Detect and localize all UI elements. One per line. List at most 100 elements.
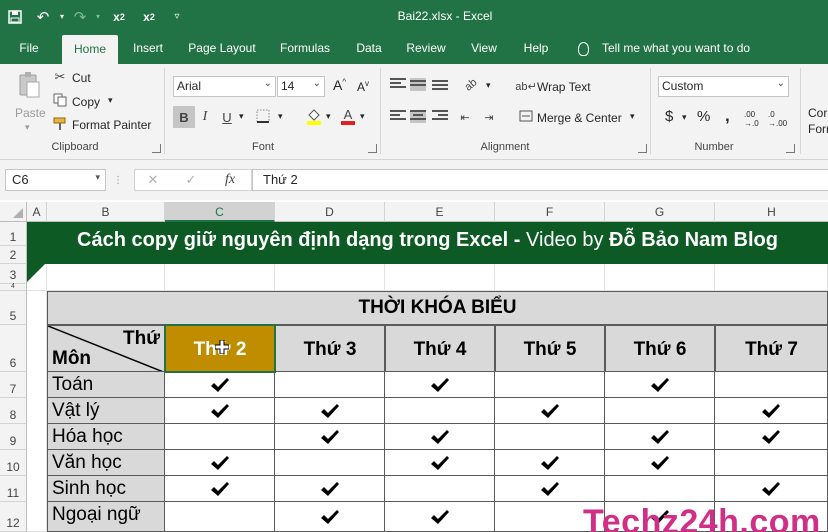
enter-icon[interactable]: ✓ <box>183 171 199 189</box>
subject-cell[interactable]: Ngoại ngữ <box>47 502 165 532</box>
format-painter-button[interactable]: Format Painter <box>72 118 151 132</box>
fill-color-icon[interactable] <box>305 106 323 126</box>
format-as-table-partial[interactable]: Forr <box>808 122 828 136</box>
grid-cell[interactable] <box>165 264 275 291</box>
row-header-7[interactable]: 7 <box>0 372 27 398</box>
schedule-cell[interactable] <box>495 424 605 450</box>
day-header[interactable]: Thứ 7 <box>715 325 828 372</box>
percent-button[interactable]: % <box>697 108 710 125</box>
select-all-button[interactable] <box>0 202 27 222</box>
tell-me-search[interactable]: Tell me what you want to do <box>602 33 762 64</box>
schedule-cell[interactable] <box>385 372 495 398</box>
subject-cell[interactable]: Toán <box>47 372 165 398</box>
grid-cell[interactable] <box>385 264 495 291</box>
font-launcher-icon[interactable] <box>368 144 377 153</box>
schedule-cell[interactable] <box>165 372 275 398</box>
schedule-cell[interactable] <box>385 398 495 424</box>
schedule-cell[interactable] <box>605 372 715 398</box>
day-header[interactable]: Thứ 3 <box>275 325 385 372</box>
cancel-icon[interactable]: ✕ <box>145 171 161 189</box>
tab-home[interactable]: Home <box>62 35 118 64</box>
subject-cell[interactable]: Sinh học <box>47 476 165 502</box>
increase-indent-icon[interactable]: ⇥ <box>480 108 498 126</box>
schedule-cell[interactable] <box>495 372 605 398</box>
number-format-dropdown[interactable]: Custom ⌄ <box>658 76 789 97</box>
number-launcher-icon[interactable] <box>786 144 795 153</box>
schedule-cell[interactable] <box>165 398 275 424</box>
align-left-icon[interactable] <box>390 110 406 123</box>
cut-button[interactable]: Cut <box>72 71 91 85</box>
paste-icon[interactable] <box>16 70 42 100</box>
shrink-font-button[interactable]: Av <box>357 79 369 94</box>
schedule-cell[interactable] <box>275 398 385 424</box>
schedule-cell[interactable] <box>715 424 828 450</box>
schedule-cell[interactable] <box>165 450 275 476</box>
comma-button[interactable]: , <box>725 106 730 126</box>
grid-cell[interactable] <box>605 264 715 291</box>
borders-dropdown-icon[interactable]: ▾ <box>278 111 283 122</box>
tab-insert[interactable]: Insert <box>126 33 170 64</box>
schedule-cell[interactable] <box>715 372 828 398</box>
top-align-icon[interactable] <box>390 78 406 91</box>
schedule-cell[interactable] <box>165 502 275 532</box>
merge-center-button[interactable]: Merge & Center <box>537 111 622 125</box>
paste-dropdown-icon[interactable]: ▾ <box>25 122 30 133</box>
tab-page-layout[interactable]: Page Layout <box>182 33 262 64</box>
middle-align-icon[interactable] <box>410 78 426 91</box>
row-header-11[interactable]: 11 <box>0 476 27 502</box>
schedule-cell[interactable] <box>385 450 495 476</box>
tab-review[interactable]: Review <box>402 33 450 64</box>
column-header-h[interactable]: H <box>715 202 828 222</box>
schedule-cell[interactable] <box>495 450 605 476</box>
schedule-cell[interactable] <box>275 476 385 502</box>
schedule-cell[interactable] <box>275 372 385 398</box>
grid-cell[interactable] <box>715 264 828 291</box>
currency-dropdown-icon[interactable]: ▾ <box>682 112 687 123</box>
column-header-a[interactable]: A <box>27 202 47 222</box>
row-header-9[interactable]: 9 <box>0 424 27 450</box>
worksheet[interactable]: A B C D E F G H 1 2 3 4 5 6 7 8 9 10 11 … <box>0 200 828 532</box>
font-color-dropdown-icon[interactable]: ▾ <box>360 111 365 122</box>
column-header-e[interactable]: E <box>385 202 495 222</box>
schedule-cell[interactable] <box>495 476 605 502</box>
tab-help[interactable]: Help <box>518 33 554 64</box>
row-header-5[interactable]: 5 <box>0 291 27 325</box>
align-right-icon[interactable] <box>432 110 448 123</box>
row-header-1[interactable]: 1 <box>0 222 27 246</box>
decrease-decimal-button[interactable]: .0 →.00 <box>768 110 787 128</box>
orientation-icon[interactable]: ab <box>458 72 483 97</box>
tab-formulas[interactable]: Formulas <box>276 33 334 64</box>
row-header-12[interactable]: 12 <box>0 502 27 532</box>
font-color-button[interactable]: A <box>339 106 357 126</box>
grid-cell[interactable] <box>47 264 165 291</box>
row-header-8[interactable]: 8 <box>0 398 27 424</box>
column-header-d[interactable]: D <box>275 202 385 222</box>
tab-data[interactable]: Data <box>352 33 386 64</box>
fill-color-dropdown-icon[interactable]: ▾ <box>326 111 331 122</box>
grid-cell[interactable] <box>27 291 47 532</box>
alignment-launcher-icon[interactable] <box>638 144 647 153</box>
currency-button[interactable]: $ <box>665 108 673 125</box>
schedule-cell[interactable] <box>715 450 828 476</box>
day-header[interactable]: Thứ 6 <box>605 325 715 372</box>
font-size-dropdown[interactable]: 14 ⌄ <box>277 76 325 97</box>
merge-dropdown-icon[interactable]: ▾ <box>630 111 635 122</box>
orientation-dropdown-icon[interactable]: ▾ <box>486 80 491 91</box>
name-box[interactable]: C6 ▾ <box>5 169 106 191</box>
subject-cell[interactable]: Vật lý <box>47 398 165 424</box>
diagonal-header-cell[interactable]: Thứ Môn <box>47 325 165 372</box>
align-center-icon[interactable] <box>410 110 426 123</box>
copy-button[interactable]: Copy <box>72 95 100 109</box>
insert-function-icon[interactable]: fx <box>219 171 241 189</box>
italic-button[interactable]: I <box>196 106 214 128</box>
day-header[interactable]: Thứ 5 <box>495 325 605 372</box>
row-header-3[interactable]: 3 <box>0 264 27 284</box>
schedule-cell[interactable] <box>715 398 828 424</box>
row-header-10[interactable]: 10 <box>0 450 27 476</box>
grid-cell[interactable] <box>495 264 605 291</box>
row-header-2[interactable]: 2 <box>0 246 27 264</box>
row-header-6[interactable]: 6 <box>0 325 27 372</box>
tab-file[interactable]: File <box>8 33 50 64</box>
schedule-cell[interactable] <box>385 476 495 502</box>
tab-view[interactable]: View <box>466 33 502 64</box>
